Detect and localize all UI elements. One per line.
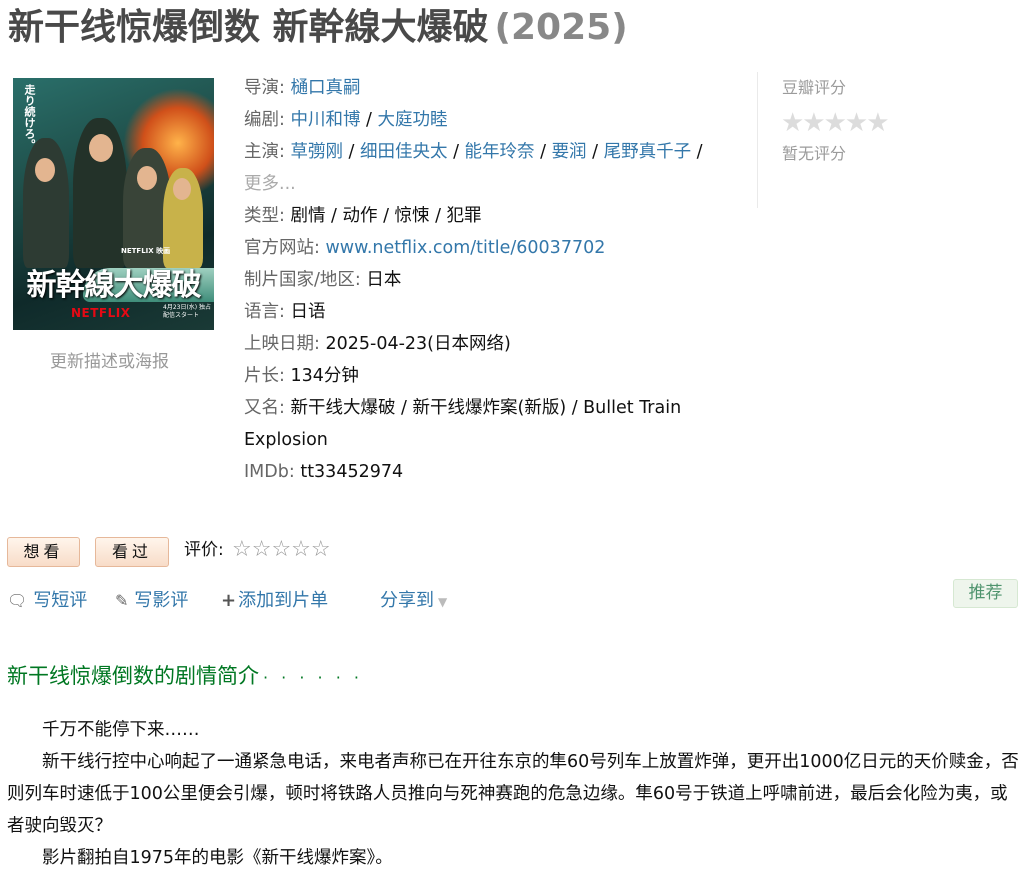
cast-link[interactable]: 草彅刚	[290, 142, 343, 162]
update-poster-link[interactable]: 更新描述或海报	[50, 347, 169, 372]
rate-stars-input[interactable]: ☆☆☆☆☆	[232, 536, 331, 564]
synopsis-body: 千万不能停下来…… 新干线行控中心响起了一通紧急电话，来电者声称已在开往东京的隼…	[7, 714, 1019, 874]
poster-side-text: 走り続けろ。	[23, 84, 36, 150]
cast-link[interactable]: 要润	[552, 142, 587, 162]
poster-netflix-logo: NETFLIX	[71, 306, 131, 320]
runtime-label: 片长:	[244, 366, 285, 386]
release-label: 上映日期:	[244, 334, 320, 354]
cast-more-row: 更多...	[244, 168, 744, 200]
write-short-review-label: 写短评	[33, 590, 88, 611]
country-row: 制片国家/地区: 日本	[244, 264, 744, 296]
movie-year: (2025)	[494, 7, 628, 48]
rate-label: 评价:	[184, 540, 224, 560]
watched-button[interactable]: 看过	[95, 537, 169, 567]
cast-label: 主演	[244, 142, 279, 162]
website-link[interactable]: www.netflix.com/title/60037702	[325, 238, 605, 258]
poster-face	[137, 166, 157, 190]
imdb-value: tt33452974	[300, 462, 404, 482]
director-row: 导演: 樋口真嗣	[244, 78, 361, 98]
poster-face	[173, 178, 191, 200]
want-to-watch-button[interactable]: 想看	[7, 537, 80, 567]
comment-icon: 🗨︎	[7, 591, 28, 610]
director-label: 导演	[244, 78, 279, 98]
write-review-button[interactable]: ✎ 写影评	[115, 586, 188, 616]
synopsis-paragraph: 影片翻拍自1975年的电影《新干线爆炸案》。	[42, 848, 393, 868]
add-to-list-button[interactable]: + 添加到片单	[221, 586, 328, 616]
add-to-list-label: 添加到片单	[238, 590, 329, 611]
synopsis-heading-text: 新干线惊爆倒数的剧情简介	[7, 664, 259, 688]
cast-row: 主演: 草彅刚 / 细田佳央太 / 能年玲奈 / 要润 / 尾野真千子 /	[244, 142, 703, 162]
writer-label: 编剧	[244, 110, 279, 130]
cast-link[interactable]: 尾野真千子	[604, 142, 692, 162]
poster-top-brand: NETFLIX 映画	[121, 247, 171, 255]
aka-value: 新干线大爆破 / 新干线爆炸案(新版) / Bullet Train Explo…	[244, 398, 682, 450]
release-value: 2025-04-23(日本网络)	[325, 334, 511, 354]
writer-row: 编剧: 中川和博 / 大庭功睦	[244, 110, 448, 130]
language-row: 语言: 日语	[244, 296, 744, 328]
plus-icon: +	[221, 590, 237, 611]
page-title: 新干线惊爆倒数 新幹線大爆破 (2025)	[8, 4, 628, 52]
language-value: 日语	[290, 302, 326, 322]
synopsis-paragraph: 新干线行控中心响起了一通紧急电话，来电者声称已在开往东京的隼60号列车上放置炸弹…	[7, 752, 1019, 836]
poster-face	[35, 158, 55, 182]
genre-label: 类型:	[244, 206, 285, 226]
movie-info: 导演: 樋口真嗣 编剧: 中川和博 / 大庭功睦 主演: 草彅刚 / 细田佳央太…	[244, 72, 744, 488]
runtime-value: 134分钟	[290, 366, 359, 386]
country-value: 日本	[366, 270, 402, 290]
write-short-review-button[interactable]: 🗨︎ 写短评	[7, 586, 87, 616]
cast-more-link[interactable]: 更多...	[244, 174, 296, 194]
share-label: 分享到	[380, 590, 434, 611]
imdb-label: IMDb:	[244, 462, 295, 482]
synopsis-heading: 新干线惊爆倒数的剧情简介 · · · · · ·	[7, 660, 363, 694]
pencil-icon: ✎	[115, 591, 129, 610]
website-label: 官方网站:	[244, 238, 320, 258]
movie-name: 新干线惊爆倒数 新幹線大爆破	[8, 7, 489, 48]
rating-stars-icon: ★★★★★	[781, 108, 890, 138]
release-row: 上映日期: 2025-04-23(日本网络)	[244, 328, 744, 360]
runtime-row: 片长: 134分钟	[244, 360, 744, 392]
movie-poster[interactable]: 走り続けろ。 NETFLIX 映画 新幹線大爆破 NETFLIX 4月23日(水…	[13, 78, 214, 330]
aka-label: 又名:	[244, 398, 285, 418]
cast-link[interactable]: 能年玲奈	[465, 142, 535, 162]
genre-value: 剧情 / 动作 / 惊悚 / 犯罪	[290, 206, 482, 226]
writer-link[interactable]: 中川和博	[290, 110, 360, 130]
country-label: 制片国家/地区:	[244, 270, 361, 290]
rating-empty-text: 暂无评分	[782, 144, 847, 163]
synopsis-paragraph: 千万不能停下来……	[42, 720, 200, 740]
aka-row: 又名: 新干线大爆破 / 新干线爆炸案(新版) / Bullet Train E…	[244, 392, 724, 456]
director-link[interactable]: 樋口真嗣	[290, 78, 360, 98]
synopsis-heading-dots: · · · · · ·	[263, 668, 363, 687]
poster-title-text: 新幹線大爆破	[26, 268, 202, 303]
recommend-button[interactable]: 推荐	[953, 579, 1018, 608]
share-button[interactable]: 分享到 ▼	[380, 586, 447, 617]
poster-face	[89, 134, 113, 162]
rating-panel: 豆瓣评分 ★★★★★ 暂无评分	[757, 72, 918, 208]
poster-date-text: 4月23日(水) 独占配信スタート	[163, 304, 212, 319]
write-review-label: 写影评	[134, 590, 189, 611]
writer-link[interactable]: 大庭功睦	[378, 110, 448, 130]
rating-label: 豆瓣评分	[782, 78, 847, 97]
language-label: 语言:	[244, 302, 285, 322]
genre-row: 类型: 剧情 / 动作 / 惊悚 / 犯罪	[244, 200, 744, 232]
imdb-row: IMDb: tt33452974	[244, 456, 744, 488]
caret-down-icon: ▼	[438, 595, 448, 609]
cast-link[interactable]: 细田佳央太	[360, 142, 448, 162]
website-row: 官方网站: www.netflix.com/title/60037702	[244, 232, 744, 264]
